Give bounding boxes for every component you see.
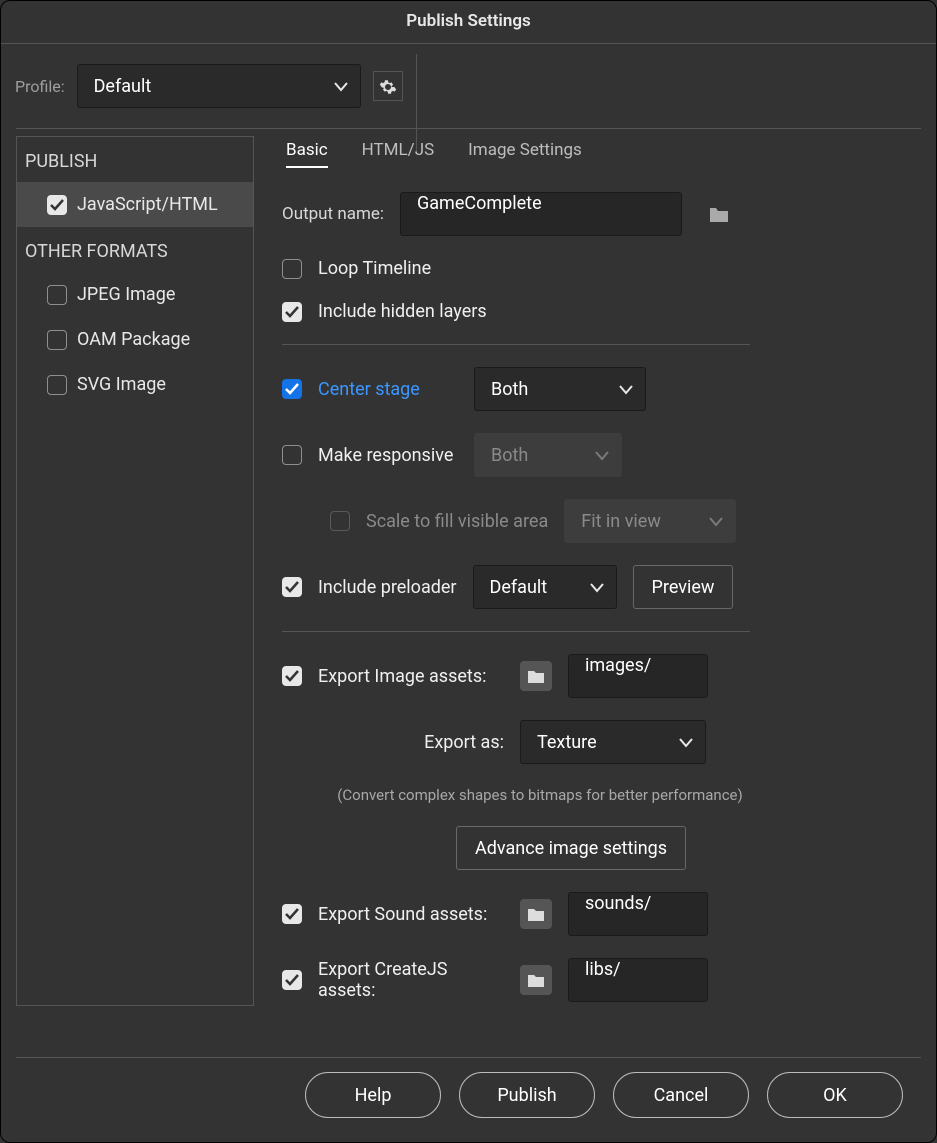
export-createjs-label: Export CreateJS assets:: [318, 959, 504, 1001]
checkbox-jpeg[interactable]: [47, 285, 67, 305]
profile-settings-button[interactable]: [373, 71, 403, 101]
export-image-path-input[interactable]: images/: [568, 654, 708, 698]
chevron-down-icon: [679, 732, 693, 753]
help-button[interactable]: Help: [305, 1072, 441, 1118]
scale-fill-row: Scale to fill visible area Fit in view: [282, 499, 913, 543]
divider: [282, 631, 750, 632]
center-stage-select[interactable]: Both: [474, 367, 646, 411]
tab-htmljs[interactable]: HTML/JS: [362, 140, 435, 168]
chevron-down-icon: [595, 445, 609, 466]
export-image-label: Export Image assets:: [318, 666, 504, 687]
export-image-checkbox[interactable]: [282, 666, 302, 686]
sidebar-item-label: OAM Package: [77, 329, 190, 350]
include-hidden-checkbox[interactable]: [282, 302, 302, 322]
include-preloader-row: Include preloader Default Preview: [282, 565, 913, 609]
export-createjs-checkbox[interactable]: [282, 970, 302, 990]
include-hidden-row: Include hidden layers: [282, 301, 913, 322]
profile-value: Default: [94, 76, 152, 97]
loop-timeline-row: Loop Timeline: [282, 258, 913, 279]
ok-button[interactable]: OK: [767, 1072, 903, 1118]
scale-fill-label: Scale to fill visible area: [366, 511, 548, 532]
publish-button[interactable]: Publish: [459, 1072, 595, 1118]
dialog-footer: Help Publish Cancel OK: [16, 1057, 921, 1142]
output-name-input[interactable]: GameComplete: [400, 192, 682, 236]
tabs: Basic HTML/JS Image Settings: [282, 140, 913, 168]
advance-image-settings-button[interactable]: Advance image settings: [456, 826, 686, 870]
export-as-label: Export as:: [410, 732, 504, 753]
loop-timeline-checkbox[interactable]: [282, 259, 302, 279]
chevron-down-icon: [590, 577, 604, 598]
export-as-select[interactable]: Texture: [520, 720, 706, 764]
center-stage-row: Center stage Both: [282, 367, 913, 411]
checkbox-oam[interactable]: [47, 330, 67, 350]
scale-fill-checkbox: [330, 511, 350, 531]
export-createjs-folder-button[interactable]: [520, 965, 552, 995]
export-sound-checkbox[interactable]: [282, 904, 302, 924]
make-responsive-select: Both: [474, 433, 622, 477]
make-responsive-label: Make responsive: [318, 445, 458, 466]
scale-fill-select: Fit in view: [564, 499, 736, 543]
chevron-down-icon: [619, 379, 633, 400]
preloader-select[interactable]: Default: [473, 565, 617, 609]
divider: [282, 344, 750, 345]
export-sound-path-input[interactable]: sounds/: [568, 892, 708, 936]
make-responsive-row: Make responsive Both: [282, 433, 913, 477]
folder-icon: [527, 970, 545, 990]
output-name-row: Output name: GameComplete: [282, 192, 913, 236]
export-createjs-path-input[interactable]: libs/: [568, 958, 708, 1002]
include-hidden-label: Include hidden layers: [318, 301, 487, 322]
checkbox-svg[interactable]: [47, 375, 67, 395]
sidebar-heading-other: OTHER FORMATS: [17, 227, 253, 272]
sidebar-item-svg[interactable]: SVG Image: [17, 362, 253, 407]
loop-timeline-label: Loop Timeline: [318, 258, 431, 279]
divider: [16, 128, 921, 129]
sidebar-item-jpeg[interactable]: JPEG Image: [17, 272, 253, 317]
folder-icon: [527, 904, 545, 924]
sidebar-item-label: JavaScript/HTML: [77, 194, 218, 215]
chevron-down-icon: [709, 511, 723, 532]
output-name-label: Output name:: [282, 204, 384, 224]
checkbox-js-html[interactable]: [47, 195, 67, 215]
center-stage-checkbox[interactable]: [282, 379, 302, 399]
sidebar-item-label: SVG Image: [77, 374, 166, 395]
profile-label: Profile:: [15, 77, 65, 96]
advance-image-row: Advance image settings: [282, 826, 913, 870]
tab-image-settings[interactable]: Image Settings: [468, 140, 582, 168]
sidebar-heading-publish: PUBLISH: [17, 137, 253, 182]
make-responsive-checkbox[interactable]: [282, 445, 302, 465]
export-as-row: Export as: Texture: [282, 720, 913, 764]
include-preloader-label: Include preloader: [318, 577, 457, 598]
export-sound-label: Export Sound assets:: [318, 904, 504, 925]
folder-icon: [527, 666, 545, 686]
export-createjs-row: Export CreateJS assets: libs/: [282, 958, 913, 1002]
preview-button[interactable]: Preview: [633, 565, 734, 609]
center-stage-label: Center stage: [318, 379, 458, 400]
sidebar-item-js-html[interactable]: JavaScript/HTML: [17, 182, 253, 227]
sidebar: PUBLISH JavaScript/HTML OTHER FORMATS JP…: [16, 136, 254, 1006]
export-image-row: Export Image assets: images/: [282, 654, 913, 698]
tab-basic[interactable]: Basic: [286, 140, 328, 168]
export-sound-folder-button[interactable]: [520, 899, 552, 929]
main-panel: Basic HTML/JS Image Settings Output name…: [268, 128, 921, 1042]
export-sound-row: Export Sound assets: sounds/: [282, 892, 913, 936]
profile-row: Profile: Default: [1, 44, 936, 128]
export-hint: (Convert complex shapes to bitmaps for b…: [282, 786, 750, 804]
dialog-title: Publish Settings: [1, 1, 936, 44]
profile-select[interactable]: Default: [77, 64, 361, 108]
gear-icon: [379, 76, 397, 96]
export-image-folder-button[interactable]: [520, 661, 552, 691]
sidebar-item-label: JPEG Image: [77, 284, 175, 305]
cancel-button[interactable]: Cancel: [613, 1072, 749, 1118]
include-preloader-checkbox[interactable]: [282, 577, 302, 597]
chevron-down-icon: [334, 76, 348, 97]
folder-icon[interactable]: [708, 204, 730, 224]
publish-settings-dialog: Publish Settings Profile: Default PUBLIS…: [0, 0, 937, 1143]
sidebar-item-oam[interactable]: OAM Package: [17, 317, 253, 362]
